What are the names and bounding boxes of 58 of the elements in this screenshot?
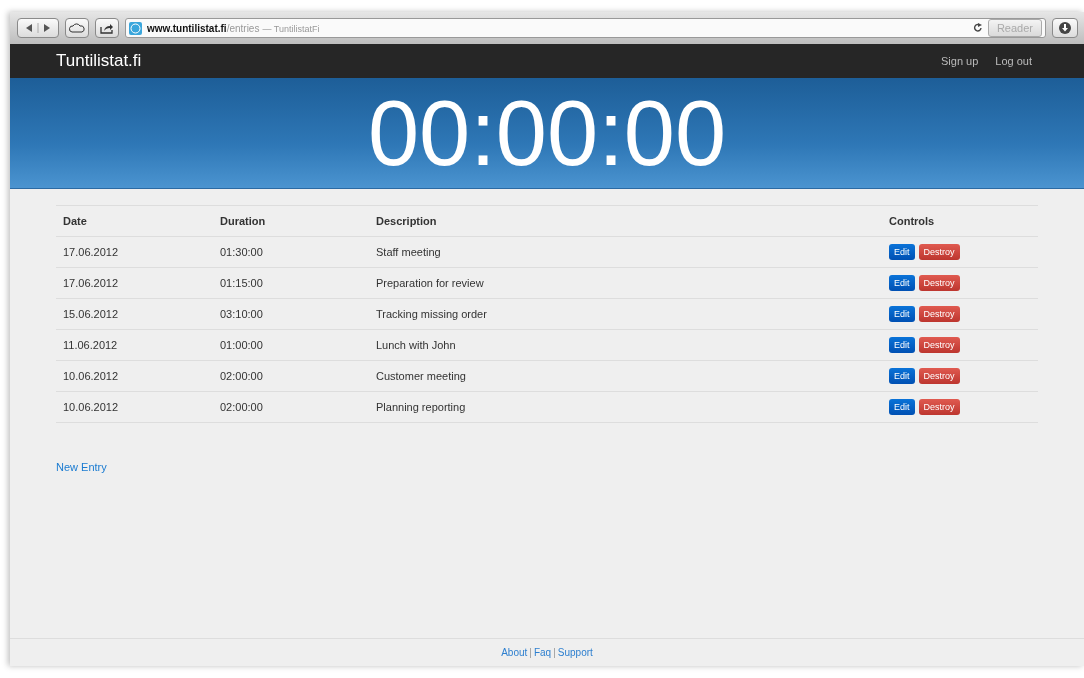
edit-button[interactable]: Edit — [889, 337, 915, 353]
nav-link[interactable]: Sign up — [941, 55, 979, 67]
share-button[interactable] — [95, 18, 119, 38]
column-header: Controls — [889, 215, 936, 227]
description-cell-text: Staff meeting — [376, 246, 442, 258]
duration-cell-text: 03:10:00 — [220, 308, 264, 320]
date-cell-text: 11.06.2012 — [63, 339, 119, 351]
destroy-button[interactable]: Destroy — [918, 306, 960, 322]
date-cell-text: 10.06.2012 — [63, 401, 120, 413]
nav-link[interactable]: Log out — [995, 55, 1032, 67]
duration-cell-text: 01:30:00 — [220, 246, 264, 258]
cloud-button[interactable] — [65, 18, 89, 38]
duration-cell-text: 01:00:00 — [220, 339, 264, 351]
back-forward-icon — [24, 23, 52, 33]
description-cell-text: Planning reporting — [376, 401, 467, 413]
destroy-button[interactable]: Destroy — [918, 399, 960, 415]
date-cell-text: 15.06.2012 — [63, 308, 120, 320]
column-header: Duration — [220, 215, 267, 227]
description-cell-text: Preparation for review — [376, 277, 485, 289]
date-cell-text: 17.06.2012 — [63, 277, 120, 289]
back-forward-button[interactable] — [17, 18, 59, 38]
column-header: Date — [63, 215, 88, 227]
address-bar[interactable]: www.tuntilistat.fi/entries — TuntilistatFi Reader — [125, 18, 1046, 38]
duration-cell-text: 02:00:00 — [220, 401, 264, 413]
footer-link[interactable]: Support — [557, 647, 593, 658]
cloud-icon — [69, 23, 85, 33]
new-entry-link[interactable]: New Entry — [56, 461, 107, 473]
destroy-button[interactable]: Destroy — [918, 244, 960, 260]
url-host: www.tuntilistat.fi — [147, 22, 227, 34]
timer-display: 00:00:00 — [367, 80, 727, 186]
footer-link[interactable]: About — [501, 647, 528, 658]
footer-separator: | — [529, 647, 532, 658]
edit-button[interactable]: Edit — [889, 244, 915, 260]
date-cell-text: 17.06.2012 — [63, 246, 120, 258]
date-cell-text: 10.06.2012 — [63, 370, 120, 382]
edit-button[interactable]: Edit — [889, 306, 915, 322]
site-icon — [129, 21, 142, 35]
description-cell-text: Tracking missing order — [376, 308, 488, 320]
description-cell-text: Lunch with John — [376, 339, 457, 351]
edit-button[interactable]: Edit — [889, 399, 915, 415]
edit-button[interactable]: Edit — [889, 275, 915, 291]
column-header: Description — [376, 215, 438, 227]
download-icon — [1059, 22, 1071, 34]
footer-separator: | — [553, 647, 556, 658]
edit-button[interactable]: Edit — [889, 368, 915, 384]
reload-icon[interactable] — [972, 23, 983, 33]
footer-link[interactable]: Faq — [533, 647, 552, 658]
page-title: — TuntilistatFi — [262, 23, 320, 34]
share-icon — [100, 22, 114, 34]
downloads-button[interactable] — [1052, 18, 1078, 38]
destroy-button[interactable]: Destroy — [918, 275, 960, 291]
url-path: /entries — [226, 22, 260, 34]
site-brand[interactable]: Tuntilistat.fi — [56, 51, 924, 71]
duration-cell-text: 02:00:00 — [220, 370, 264, 382]
destroy-button[interactable]: Destroy — [918, 368, 960, 384]
description-cell-text: Customer meeting — [376, 370, 467, 382]
destroy-button[interactable]: Destroy — [918, 337, 960, 353]
duration-cell-text: 01:15:00 — [220, 277, 264, 289]
